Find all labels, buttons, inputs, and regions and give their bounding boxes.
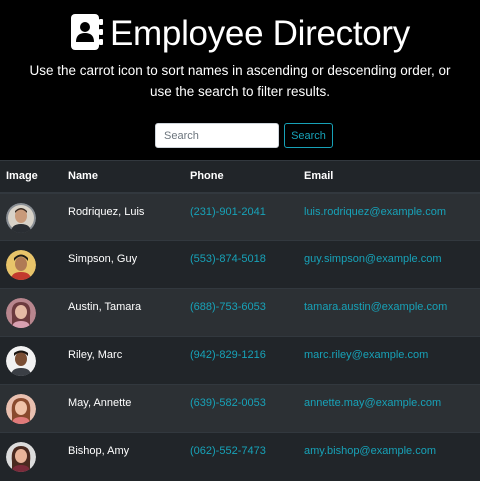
column-header-phone: Phone xyxy=(190,160,304,194)
employee-name: Austin, Tamara xyxy=(68,301,142,313)
search-input[interactable] xyxy=(155,123,279,148)
employee-table: Image Name Phone Email Rodriquez, Luis (… xyxy=(0,160,480,481)
page-title: Employee Directory xyxy=(110,14,410,53)
avatar xyxy=(6,394,36,424)
phone-link[interactable]: (062)-552-7473 xyxy=(190,445,266,457)
address-book-icon xyxy=(71,14,103,50)
table-row: Austin, Tamara (688)-753-6053 tamara.aus… xyxy=(0,288,480,337)
employee-name: Simpson, Guy xyxy=(68,253,138,265)
column-header-image: Image xyxy=(0,160,68,194)
email-link[interactable]: guy.simpson@example.com xyxy=(304,253,442,265)
avatar xyxy=(6,346,36,376)
phone-link[interactable]: (231)-901-2041 xyxy=(190,206,266,218)
phone-link[interactable]: (553)-874-5018 xyxy=(190,253,266,265)
table-row: Riley, Marc (942)-829-1216 marc.riley@ex… xyxy=(0,336,480,385)
email-link[interactable]: luis.rodriquez@example.com xyxy=(304,206,446,218)
employee-name: May, Annette xyxy=(68,397,132,409)
email-link[interactable]: marc.riley@example.com xyxy=(304,349,428,361)
table-header-row: Image Name Phone Email xyxy=(0,160,480,194)
avatar xyxy=(6,202,36,233)
phone-link[interactable]: (688)-753-6053 xyxy=(190,301,266,313)
phone-link[interactable]: (942)-829-1216 xyxy=(190,349,266,361)
table-row: Bishop, Amy (062)-552-7473 amy.bishop@ex… xyxy=(0,432,480,481)
column-header-name[interactable]: Name xyxy=(68,160,190,194)
employee-name: Rodriquez, Luis xyxy=(68,205,145,218)
phone-link[interactable]: (639)-582-0053 xyxy=(190,397,266,409)
column-header-email: Email xyxy=(304,160,480,194)
table-row: May, Annette (639)-582-0053 annette.may@… xyxy=(0,384,480,433)
avatar xyxy=(6,442,36,472)
table-row: Rodriquez, Luis (231)-901-2041 luis.rodr… xyxy=(0,192,480,241)
email-link[interactable]: annette.may@example.com xyxy=(304,397,441,409)
email-link[interactable]: tamara.austin@example.com xyxy=(304,301,447,313)
title-row: Employee Directory xyxy=(0,12,480,56)
employee-name: Riley, Marc xyxy=(68,349,123,361)
page-header: Employee Directory Use the carrot icon t… xyxy=(0,0,480,160)
email-link[interactable]: amy.bishop@example.com xyxy=(304,445,436,457)
page-subtitle: Use the carrot icon to sort names in asc… xyxy=(29,63,451,99)
search-form: Search xyxy=(155,123,333,148)
avatar xyxy=(6,298,36,328)
table-row: Simpson, Guy (553)-874-5018 guy.simpson@… xyxy=(0,240,480,289)
avatar xyxy=(6,250,36,280)
employee-name: Bishop, Amy xyxy=(68,445,130,457)
search-button[interactable]: Search xyxy=(284,123,333,148)
